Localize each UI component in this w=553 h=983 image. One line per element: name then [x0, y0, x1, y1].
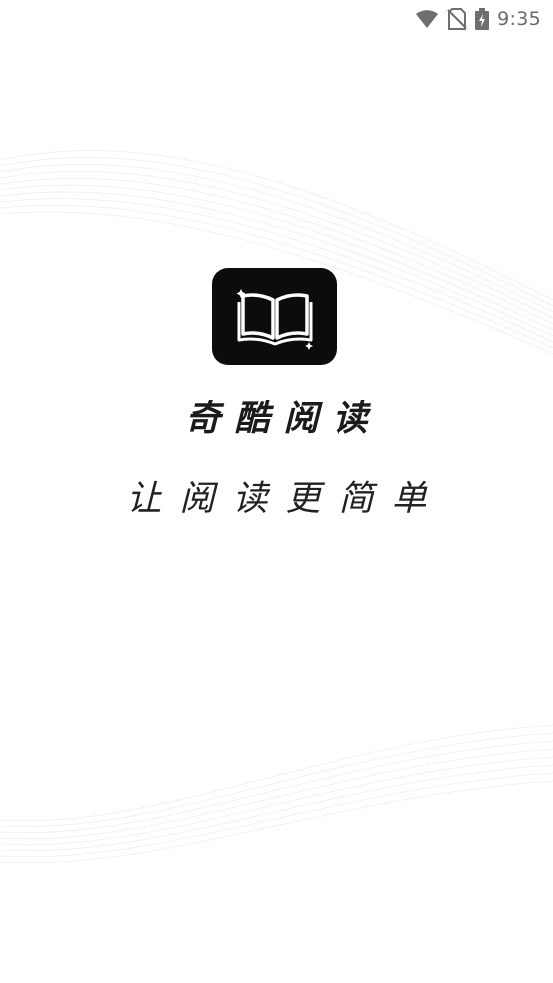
no-sim-icon: [447, 8, 467, 30]
status-bar: 9:35: [0, 0, 553, 38]
app-logo: [212, 268, 337, 365]
app-slogan: 让阅读更简单: [126, 479, 445, 519]
open-book-icon: [236, 288, 313, 350]
status-time: 9:35: [497, 8, 541, 30]
app-name: 奇酷阅读: [185, 398, 382, 439]
battery-charging-icon: [475, 8, 490, 30]
wifi-icon: [415, 9, 439, 29]
splash-screen: 9:35 奇酷阅读 让阅读更简单: [0, 0, 553, 983]
